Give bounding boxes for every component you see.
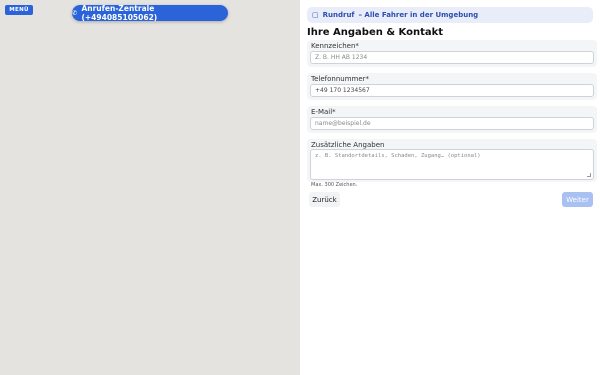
plate-input[interactable]: Z. B. HH AB 1234 xyxy=(310,51,594,64)
map-pane[interactable]: MENÜ ✆ Anrufen-Zentrale (+494085105062) xyxy=(0,0,300,375)
banner-title: Rundruf xyxy=(322,11,355,19)
phone-label: Telefonnummer* xyxy=(311,75,370,83)
email-field-group: E-Mail* name@beispiel.de xyxy=(307,106,597,133)
call-center-label: Anrufen-Zentrale (+494085105062) xyxy=(81,4,158,22)
menu-button[interactable]: MENÜ xyxy=(5,5,33,15)
next-button[interactable]: Weiter xyxy=(562,192,593,207)
broadcast-icon: ▢ xyxy=(312,11,319,19)
plate-label: Kennzeichen* xyxy=(311,42,359,50)
phone-field-group: Telefonnummer* +49 170 1234567 xyxy=(307,73,597,100)
phone-icon: ✆ xyxy=(72,9,78,17)
notes-label: Zusätzliche Angaben xyxy=(311,141,385,149)
plate-field-group: Kennzeichen* Z. B. HH AB 1234 xyxy=(307,40,597,67)
notes-placeholder: z. B. Standortdetails, Schaden, Zugang… … xyxy=(315,153,481,159)
banner-subtitle: – Alle Fahrer in der Umgebung xyxy=(358,11,479,19)
page-title: Ihre Angaben & Kontakt xyxy=(307,27,444,38)
resize-grip-icon[interactable] xyxy=(587,173,591,177)
back-button[interactable]: Zurück xyxy=(309,192,340,207)
phone-input[interactable]: +49 170 1234567 xyxy=(310,84,594,97)
broadcast-banner: ▢ Rundruf – Alle Fahrer in der Umgebung xyxy=(307,7,593,23)
notes-field-group: Zusätzliche Angaben z. B. Standortdetail… xyxy=(307,139,597,182)
call-center-button[interactable]: ✆ Anrufen-Zentrale (+494085105062) xyxy=(72,4,228,22)
notes-textarea[interactable]: z. B. Standortdetails, Schaden, Zugang… … xyxy=(310,149,594,180)
email-label: E-Mail* xyxy=(311,108,336,116)
character-limit-hint: Max. 300 Zeichen. xyxy=(311,182,358,188)
email-input[interactable]: name@beispiel.de xyxy=(310,117,594,130)
